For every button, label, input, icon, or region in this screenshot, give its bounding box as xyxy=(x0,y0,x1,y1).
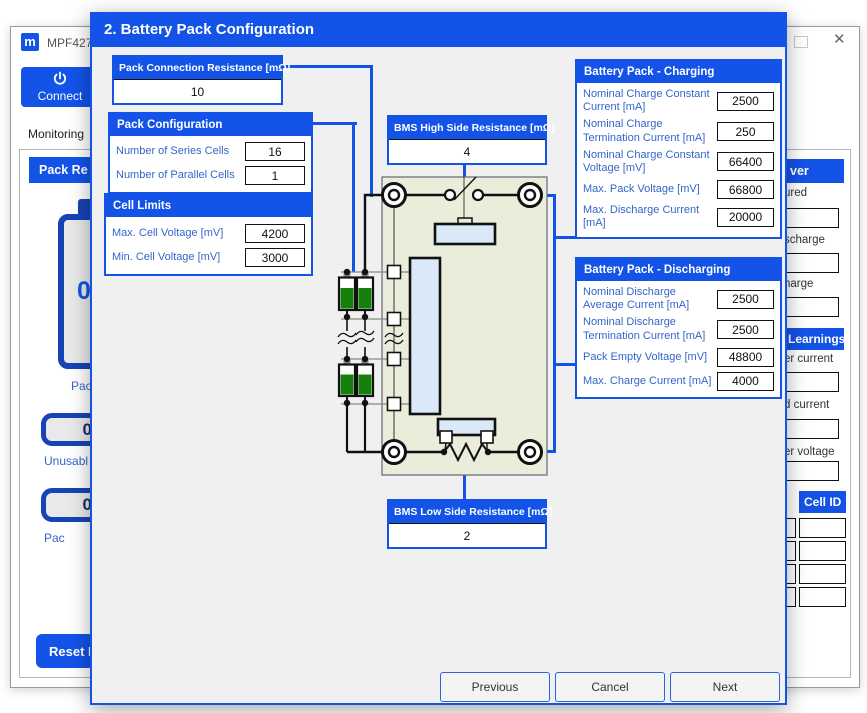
connector-line xyxy=(283,65,373,68)
panel-header: Battery Pack - Charging xyxy=(577,61,780,83)
panel-header: BMS Low Side Resistance [mΩ] xyxy=(389,501,545,523)
cell-limits-panel: Cell Limits Max. Cell Voltage [mV] 4200 … xyxy=(104,193,313,276)
max-cell-voltage-input[interactable]: 4200 xyxy=(245,224,305,243)
max-charge-current-input[interactable]: 4000 xyxy=(717,372,774,391)
field-label: Nominal Discharge Average Current [mA] xyxy=(583,286,717,312)
stat-field-label: Unusabl xyxy=(44,454,88,468)
bms-high-side-resistance-input[interactable]: 4 xyxy=(389,139,545,163)
dialog-title: 2. Battery Pack Configuration xyxy=(90,12,787,47)
reset-button[interactable]: Reset I xyxy=(36,634,94,668)
next-button[interactable]: Next xyxy=(670,672,780,702)
text-input[interactable] xyxy=(782,461,839,481)
max-pack-voltage-input[interactable]: 66800 xyxy=(717,180,774,199)
battery-pack-circuit-diagram xyxy=(327,167,617,487)
min-cell-voltage-input[interactable]: 3000 xyxy=(245,248,305,267)
series-cells-input[interactable]: 16 xyxy=(245,142,305,161)
field-label: Number of Parallel Cells xyxy=(116,169,235,182)
nominal-charge-constant-current-input[interactable]: 2500 xyxy=(717,92,774,111)
close-icon[interactable]: ✕ xyxy=(833,30,846,48)
table-cell[interactable] xyxy=(799,518,846,538)
text-input[interactable] xyxy=(782,419,839,439)
pack-configuration-panel: Pack Configuration Number of Series Cell… xyxy=(108,112,313,194)
bms-ic xyxy=(410,258,440,414)
field-label: Number of Series Cells xyxy=(116,145,229,158)
nominal-discharge-average-current-input[interactable]: 2500 xyxy=(717,290,774,309)
switch-contact xyxy=(473,190,483,200)
field-label: Max. Pack Voltage [mV] xyxy=(583,183,717,196)
panel-header: Pack Configuration xyxy=(110,114,311,136)
field-label: Nominal Charge Constant Current [mA] xyxy=(583,88,717,114)
battery-gauge-label: Pac xyxy=(71,379,92,393)
nominal-charge-constant-voltage-input[interactable]: 66400 xyxy=(717,152,774,171)
connect-button-label: Connect xyxy=(38,89,83,103)
high-side-component xyxy=(435,224,495,244)
panel-header: Cell Limits xyxy=(106,195,311,217)
text-input[interactable] xyxy=(782,253,839,273)
connector-line xyxy=(313,122,357,125)
battery-pack-discharging-panel: Battery Pack - Discharging Nominal Disch… xyxy=(575,257,782,399)
learnings-section-header: Learnings xyxy=(782,328,844,350)
field-label: Max. Cell Voltage [mV] xyxy=(112,227,223,240)
field-label: ured xyxy=(784,187,807,199)
battery-gauge-value: 0 xyxy=(77,277,91,306)
field-label: Pack Empty Voltage [mV] xyxy=(583,351,717,364)
app-logo-icon: m xyxy=(21,33,39,51)
bms-low-side-resistance-panel: BMS Low Side Resistance [mΩ] 2 xyxy=(387,499,547,549)
field-label: Min. Cell Voltage [mV] xyxy=(112,251,220,264)
text-input[interactable] xyxy=(782,297,839,317)
screen: m MPF4279 ✕ Connect Monitoring Pack Re 0… xyxy=(0,0,867,713)
field-label: Nominal Discharge Termination Current [m… xyxy=(583,316,717,342)
table-cell[interactable] xyxy=(799,564,846,584)
pack-connection-resistance-input[interactable]: 10 xyxy=(114,79,281,103)
cancel-button[interactable]: Cancel xyxy=(555,672,665,702)
panel-header: Battery Pack - Discharging xyxy=(577,259,780,281)
pack-connection-resistance-panel: Pack Connection Resistance [mΩ] 10 xyxy=(112,55,283,105)
field-label: Max. Discharge Current [mA] xyxy=(583,204,717,230)
switch-contact xyxy=(445,190,455,200)
bms-low-side-resistance-input[interactable]: 2 xyxy=(389,523,545,547)
table-cell[interactable] xyxy=(799,587,846,607)
connect-button[interactable]: Connect xyxy=(21,67,99,107)
power-section-header: ver xyxy=(782,159,844,183)
panel-header: BMS High Side Resistance [mΩ] xyxy=(389,117,545,139)
field-label: Nominal Charge Constant Voltage [mV] xyxy=(583,149,717,175)
battery-pack-configuration-dialog: 2. Battery Pack Configuration xyxy=(90,12,787,705)
field-label: er voltage xyxy=(784,446,835,458)
bms-high-side-resistance-panel: BMS High Side Resistance [mΩ] 4 xyxy=(387,115,547,165)
pack-empty-voltage-input[interactable]: 48800 xyxy=(717,348,774,367)
previous-button[interactable]: Previous xyxy=(440,672,550,702)
field-label: harge xyxy=(784,278,813,290)
battery-pack-charging-panel: Battery Pack - Charging Nominal Charge C… xyxy=(575,59,782,239)
field-label: scharge xyxy=(784,234,825,246)
power-icon xyxy=(52,71,68,87)
panel-header: Pack Connection Resistance [mΩ] xyxy=(114,57,281,79)
stat-field-label: Pac xyxy=(44,531,65,545)
max-discharge-current-input[interactable]: 20000 xyxy=(717,208,774,227)
cell-id-column-header: Cell ID xyxy=(799,491,846,513)
text-input[interactable] xyxy=(782,208,839,228)
nominal-discharge-termination-current-input[interactable]: 2500 xyxy=(717,320,774,339)
parallel-cells-input[interactable]: 1 xyxy=(245,166,305,185)
maximize-icon[interactable] xyxy=(794,36,808,48)
field-label: d current xyxy=(784,399,829,411)
text-input[interactable] xyxy=(782,372,839,392)
battery-cells xyxy=(339,273,373,403)
nominal-charge-termination-current-input[interactable]: 250 xyxy=(717,122,774,141)
field-label: er current xyxy=(784,353,833,365)
table-cell[interactable] xyxy=(799,541,846,561)
field-label: Nominal Charge Termination Current [mA] xyxy=(583,118,717,144)
field-label: Max. Charge Current [mA] xyxy=(583,375,717,388)
tab-monitoring[interactable]: Monitoring xyxy=(28,127,84,141)
